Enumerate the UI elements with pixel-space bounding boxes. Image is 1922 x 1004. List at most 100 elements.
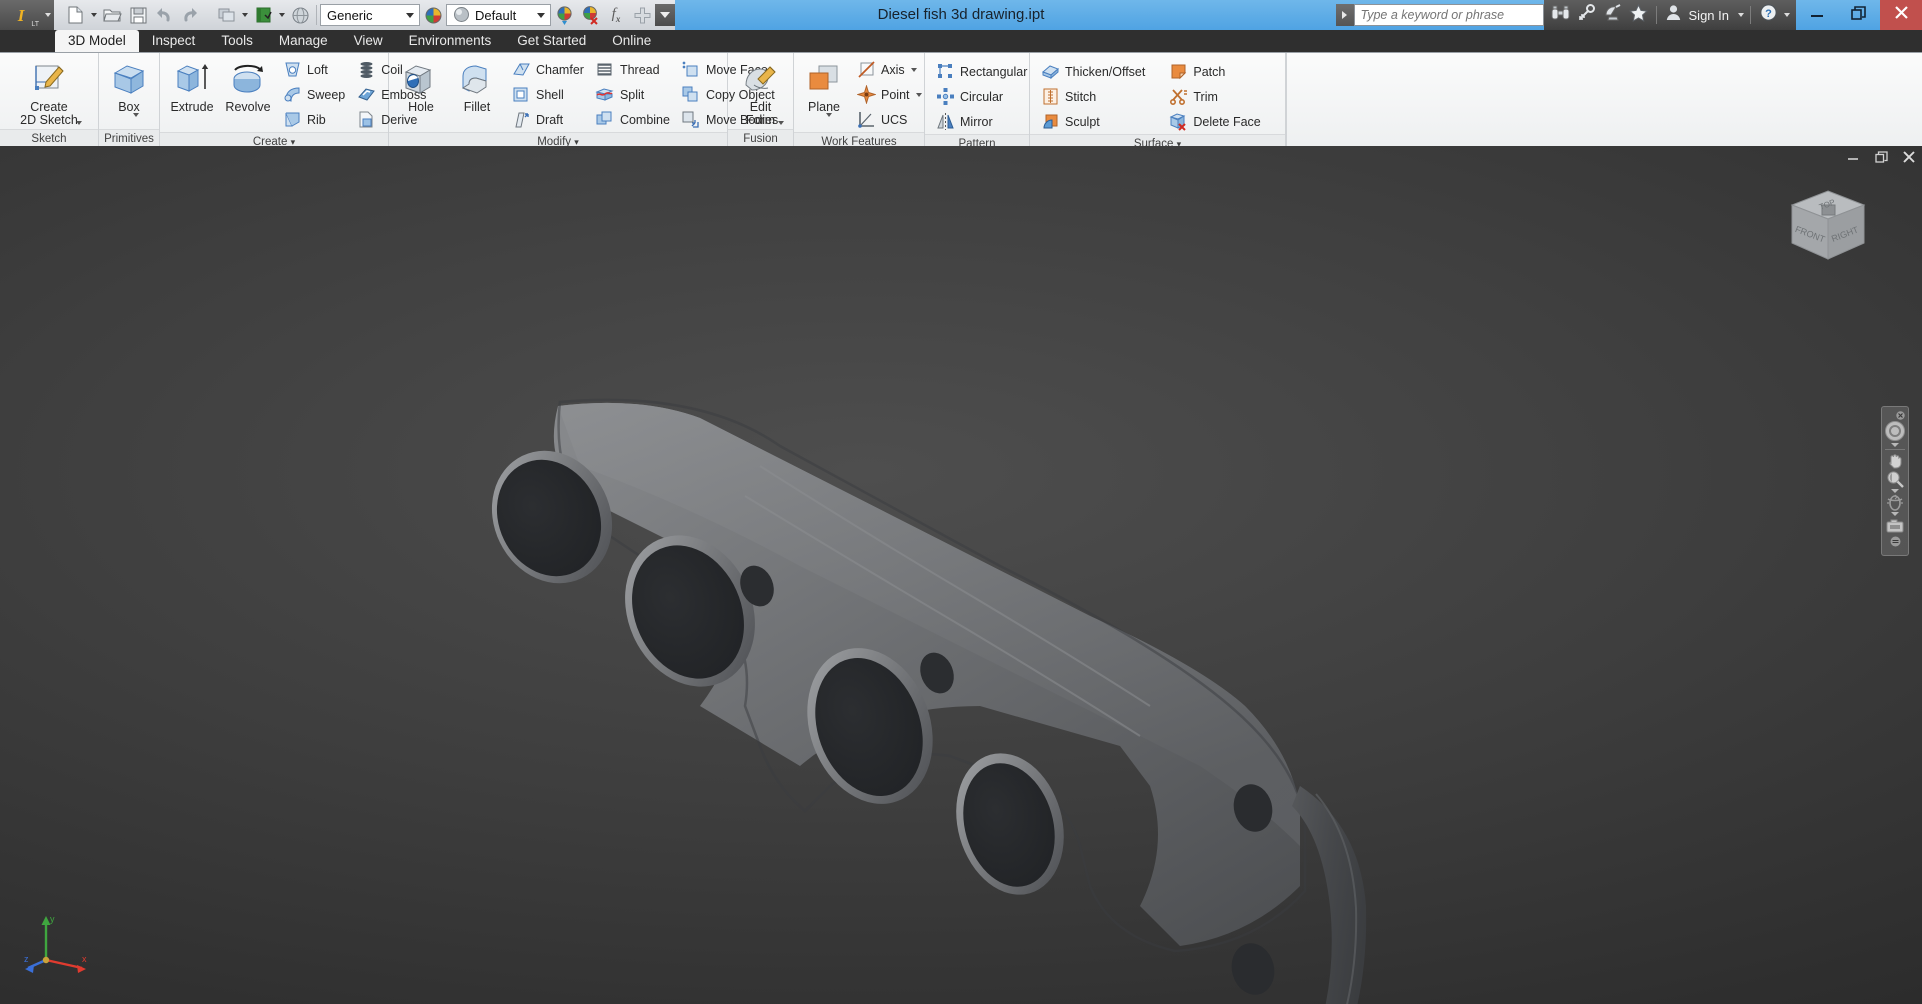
- chamfer-label: Chamfer: [536, 62, 584, 77]
- save-document-button[interactable]: [125, 1, 151, 29]
- help-tools-group: Sign In ?: [1543, 0, 1796, 30]
- revolve-button[interactable]: Revolve: [220, 57, 276, 116]
- panel-modify: Hole Fillet Chamfer Shell Draft Thread S…: [389, 53, 778, 150]
- edit-form-button[interactable]: Edit Form: [736, 57, 786, 129]
- help-caret[interactable]: [1781, 1, 1792, 29]
- minimize-window-button[interactable]: [1796, 0, 1838, 30]
- chevron-down-icon: [660, 12, 670, 18]
- thread-button[interactable]: Thread: [589, 57, 675, 82]
- create-2d-sketch-button[interactable]: Create 2D Sketch: [14, 57, 84, 129]
- material-library-caret[interactable]: [276, 1, 287, 29]
- stitch-button[interactable]: Stitch: [1034, 84, 1150, 109]
- chevron-down-icon[interactable]: [777, 121, 784, 125]
- adjust-appearance-button[interactable]: [551, 1, 577, 29]
- ucs-button[interactable]: UCS: [850, 107, 927, 132]
- redo-button[interactable]: [177, 1, 203, 29]
- fillet-button[interactable]: Fillet: [449, 57, 505, 116]
- extrude-button[interactable]: Extrude: [164, 57, 220, 116]
- axis-label: Axis: [881, 62, 905, 77]
- chamfer-button[interactable]: Chamfer: [505, 57, 589, 82]
- restore-window-button[interactable]: [1838, 0, 1880, 30]
- rectangular-pattern-icon: [934, 61, 956, 83]
- rectangular-pattern-button[interactable]: Rectangular: [929, 59, 1032, 84]
- chevron-down-icon[interactable]: [133, 113, 139, 117]
- shell-label: Shell: [536, 87, 564, 102]
- rib-button[interactable]: Rib: [276, 107, 350, 132]
- trim-button[interactable]: Trim: [1162, 84, 1265, 109]
- hole-button[interactable]: Hole: [393, 57, 449, 116]
- tab-manage[interactable]: Manage: [266, 30, 341, 52]
- chevron-down-icon[interactable]: [534, 12, 548, 18]
- material-color-button[interactable]: [420, 1, 446, 29]
- rib-icon: [281, 109, 303, 131]
- qat-overflow-button[interactable]: [655, 4, 675, 26]
- rectangular-pattern-label: Rectangular: [960, 64, 1028, 79]
- thicken-offset-icon: [1039, 61, 1061, 83]
- subscription-center-button[interactable]: [1600, 0, 1626, 30]
- select-filter-caret[interactable]: [239, 1, 250, 29]
- patch-button[interactable]: Patch: [1162, 59, 1265, 84]
- new-document-button[interactable]: [62, 1, 88, 29]
- chevron-down-icon[interactable]: [403, 12, 417, 18]
- coordinate-axis-indicator: x y z: [24, 910, 88, 974]
- circular-pattern-button[interactable]: Circular: [929, 84, 1032, 109]
- delete-face-button[interactable]: Delete Face: [1162, 109, 1265, 134]
- search-dropdown-button[interactable]: [1335, 4, 1354, 26]
- sign-in-caret[interactable]: [1735, 1, 1746, 29]
- sweep-button[interactable]: Sweep: [276, 82, 350, 107]
- title-bar: I LT Generic Default fx Diesel fish 3d d…: [0, 0, 1922, 30]
- appearance-combo[interactable]: Default: [446, 4, 551, 26]
- surface-column-2: Patch Trim Delete Face: [1162, 59, 1265, 134]
- point-button[interactable]: Point: [850, 82, 927, 107]
- tab-online[interactable]: Online: [599, 30, 664, 52]
- parameters-button[interactable]: fx: [603, 1, 629, 29]
- new-document-caret[interactable]: [88, 1, 99, 29]
- move-bodies-icon: [680, 109, 702, 131]
- material-combo[interactable]: Generic: [320, 4, 420, 26]
- select-filter-button[interactable]: [213, 1, 239, 29]
- loft-button[interactable]: Loft: [276, 57, 350, 82]
- favorites-button[interactable]: [1626, 0, 1652, 30]
- application-menu-caret[interactable]: [42, 0, 54, 30]
- axis-button[interactable]: Axis: [850, 57, 927, 82]
- trim-label: Trim: [1193, 89, 1218, 104]
- derive-icon: [355, 109, 377, 131]
- autodesk-360-button[interactable]: [1574, 0, 1600, 30]
- shell-button[interactable]: Shell: [505, 82, 589, 107]
- thicken-offset-button[interactable]: Thicken/Offset: [1034, 59, 1150, 84]
- svg-text:?: ?: [1765, 8, 1772, 20]
- tab-get-started[interactable]: Get Started: [504, 30, 599, 52]
- tab-3d-model[interactable]: 3D Model: [55, 30, 139, 52]
- sign-in-avatar[interactable]: [1661, 0, 1687, 30]
- tab-environments[interactable]: Environments: [396, 30, 505, 52]
- search-help-button[interactable]: [1548, 0, 1574, 30]
- sign-in-label[interactable]: Sign In: [1687, 8, 1735, 23]
- graphics-window[interactable]: TOP FRONT RIGHT x y z: [0, 146, 1922, 1004]
- close-window-button[interactable]: [1880, 0, 1922, 30]
- mirror-button[interactable]: Mirror: [929, 109, 1032, 134]
- customize-qat-button[interactable]: [629, 1, 655, 29]
- draft-button[interactable]: Draft: [505, 107, 589, 132]
- panel-pattern: Rectangular Circular Mirror Pattern: [925, 53, 1032, 152]
- 3d-part-model[interactable]: [0, 146, 1922, 1004]
- box-primitive-button[interactable]: Box: [103, 57, 155, 117]
- open-document-button[interactable]: [99, 1, 125, 29]
- tab-tools[interactable]: Tools: [208, 30, 266, 52]
- help-button[interactable]: ?: [1755, 0, 1781, 30]
- undo-button[interactable]: [151, 1, 177, 29]
- chevron-down-icon[interactable]: [915, 92, 922, 97]
- chevron-down-icon[interactable]: [910, 67, 917, 72]
- sculpt-button[interactable]: Sculpt: [1034, 109, 1150, 134]
- tab-view[interactable]: View: [341, 30, 396, 52]
- material-library-button[interactable]: [250, 1, 276, 29]
- appearance-browser-button[interactable]: [287, 1, 313, 29]
- split-button[interactable]: Split: [589, 82, 675, 107]
- plane-button[interactable]: Plane: [798, 57, 850, 117]
- application-menu-button[interactable]: I LT: [0, 0, 42, 30]
- chevron-down-icon[interactable]: [826, 113, 832, 117]
- search-input[interactable]: [1353, 4, 1544, 26]
- tab-inspect[interactable]: Inspect: [139, 30, 209, 52]
- combine-button[interactable]: Combine: [589, 107, 675, 132]
- chevron-down-icon[interactable]: [75, 121, 82, 125]
- clear-appearance-override-button[interactable]: [577, 1, 603, 29]
